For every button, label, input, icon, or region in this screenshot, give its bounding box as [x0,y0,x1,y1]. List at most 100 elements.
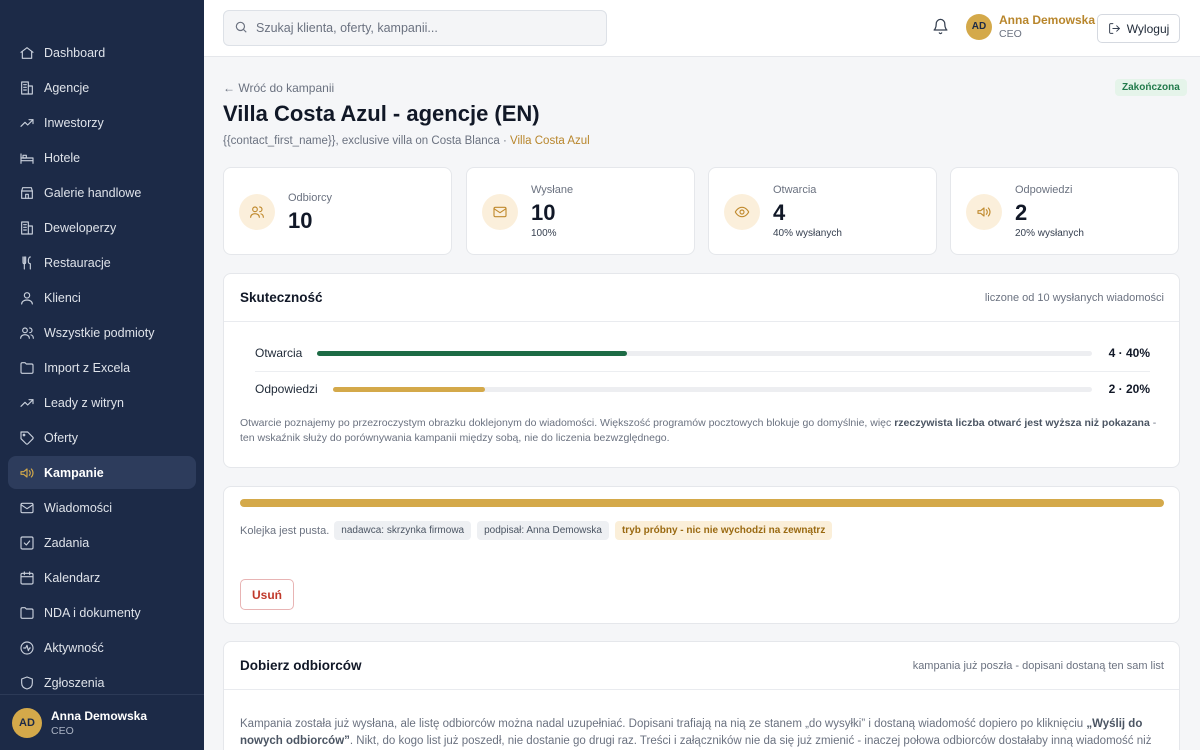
sidebar-item-label: Hotele [44,150,81,165]
stat-card: Wysłane 10 100% [466,167,695,255]
topbar-user-role: CEO [999,28,1022,40]
megaphone-icon [966,194,1002,230]
recipients-text-c: . Nikt, do kogo list już poszedł, nie do… [349,735,1152,748]
metric-track [317,351,1092,356]
megaphone-icon [18,464,36,482]
sidebar-item-label: Wiadomości [44,500,113,515]
sidebar-item-dashboard[interactable]: Dashboard [8,36,196,69]
trending-up-icon [18,394,36,412]
card-header: Dobierz odbiorców kampania już poszła - … [224,642,1179,690]
queue-card: Kolejka jest pusta. nadawca: skrzynka fi… [223,486,1180,624]
stat-label: Wysłane [531,184,574,196]
metric-track [333,387,1092,392]
shield-icon [18,674,36,692]
queue-progress-bar [240,499,1164,507]
queue-status-row: Kolejka jest pusta. nadawca: skrzynka fi… [240,521,838,540]
offer-link[interactable]: Villa Costa Azul [510,135,590,147]
note-bold: rzeczywista liczba otwarć jest wyższa ni… [894,417,1150,429]
stat-value: 10 [288,208,313,233]
sidebar-item-label: Kalendarz [44,570,101,585]
sidebar-item-label: Import z Excela [44,360,131,375]
avatar: AD [12,707,42,738]
note-text: Otwarcie poznajemy po przezroczystym obr… [240,417,895,429]
sidebar-item-label: Klienci [44,290,81,305]
topbar: AD Anna Demowska CEO Wyloguj [204,0,1200,57]
sidebar-item-inwestorzy[interactable]: Inwestorzy [8,106,196,139]
logout-label: Wyloguj [1126,21,1170,36]
sidebar-item-galerie-handlowe[interactable]: Galerie handlowe [8,176,196,209]
logout-button[interactable]: Wyloguj [1097,14,1180,43]
utensils-icon [18,254,36,272]
back-link[interactable]: ← Wróć do kampanii [223,81,334,95]
delete-button[interactable]: Usuń [240,579,294,610]
stat-value: 10 [531,200,556,225]
sidebar-item-label: Restauracje [44,255,111,270]
building-icon [18,79,36,97]
metric-fill [333,387,485,392]
trending-up-icon [18,114,36,132]
metric-label: Odpowiedzi [255,382,318,396]
sidebar-user[interactable]: AD Anna Demowska CEO [0,694,204,750]
sidebar-user-name: Anna Demowska [51,708,148,723]
metric-value: 4 · 40% [1108,346,1150,360]
divider [255,371,1150,372]
sidebar-item-oferty[interactable]: Oferty [8,421,196,454]
sidebar-item-hotele[interactable]: Hotele [8,141,196,174]
sidebar-item-restauracje[interactable]: Restauracje [8,246,196,279]
sidebar-item-wszystkie-podmioty[interactable]: Wszystkie podmioty [8,316,196,349]
store-icon [18,184,36,202]
bell-icon[interactable] [932,18,950,36]
eye-icon [724,194,760,230]
sidebar-item-agencje[interactable]: Agencje [8,71,196,104]
recipients-card: Dobierz odbiorców kampania już poszła - … [223,641,1180,750]
sidebar-item-zadania[interactable]: Zadania [8,526,196,559]
queue-status-text: Kolejka jest pusta. [240,524,330,537]
stat-subtext: 100% [531,228,557,239]
search-icon [234,20,248,37]
stat-label: Otwarcia [773,184,817,196]
sidebar-item-wiadomości[interactable]: Wiadomości [8,491,196,524]
sidebar-item-label: NDA i dokumenty [44,605,141,620]
subtitle-text: {{contact_first_name}}, exclusive villa … [223,135,511,147]
sidebar-item-klienci[interactable]: Klienci [8,281,196,314]
sidebar-item-kalendarz[interactable]: Kalendarz [8,561,196,594]
topbar-user-name: Anna Demowska [999,13,1096,27]
card-note: kampania już poszła - dopisani dostaną t… [912,660,1164,672]
search-box[interactable] [223,10,607,46]
recipients-text: Kampania została już wysłana, ale listę … [240,716,1164,750]
sidebar-item-leady-z-witryn[interactable]: Leady z witryn [8,386,196,419]
stat-label: Odbiorcy [288,192,333,204]
topbar-user[interactable]: AD Anna Demowska CEO [966,13,1095,40]
sidebar-item-import-z-excela[interactable]: Import z Excela [8,351,196,384]
card-title: Dobierz odbiorców [240,658,362,673]
card-note: liczone od 10 wysłanych wiadomości [984,292,1164,304]
sidebar-item-nda-i-dokumenty[interactable]: NDA i dokumenty [8,596,196,629]
sidebar-item-label: Oferty [44,430,79,445]
sidebar-item-label: Wszystkie podmioty [44,325,155,340]
sidebar-user-role: CEO [51,724,74,737]
bed-icon [18,149,36,167]
sidebar-item-label: Leady z witryn [44,395,124,410]
checkbox-icon [18,534,36,552]
sidebar-item-label: Inwestorzy [44,115,104,130]
sidebar-item-deweloperzy[interactable]: Deweloperzy [8,211,196,244]
status-badge: Zakończona [1115,79,1187,96]
sidebar-item-kampanie[interactable]: Kampanie [8,456,196,489]
main-content: ← Wróć do kampanii Zakończona Villa Cost… [204,57,1200,750]
stat-label: Odpowiedzi [1015,184,1073,196]
users-icon [239,194,275,230]
sidebar-item-label: Kampanie [44,465,104,480]
tag-icon [18,429,36,447]
stat-subtext: 20% wysłanych [1015,228,1084,239]
sidebar: Dashboard Agencje Inwestorzy Hotele Galerie … [0,0,204,750]
metric-row: Otwarcia 4 · 40% [240,344,1164,364]
page-title: Villa Costa Azul - agencje (EN) [223,101,540,126]
activity-icon [18,639,36,657]
recipients-text-a: Kampania została już wysłana, ale listę … [240,718,1087,730]
page-subtitle: {{contact_first_name}}, exclusive villa … [223,135,590,147]
stat-value: 2 [1015,200,1028,225]
sidebar-item-aktywność[interactable]: Aktywność [8,631,196,664]
user-icon [18,289,36,307]
search-input[interactable] [256,21,596,35]
stat-card: Odbiorcy 10 [223,167,452,255]
